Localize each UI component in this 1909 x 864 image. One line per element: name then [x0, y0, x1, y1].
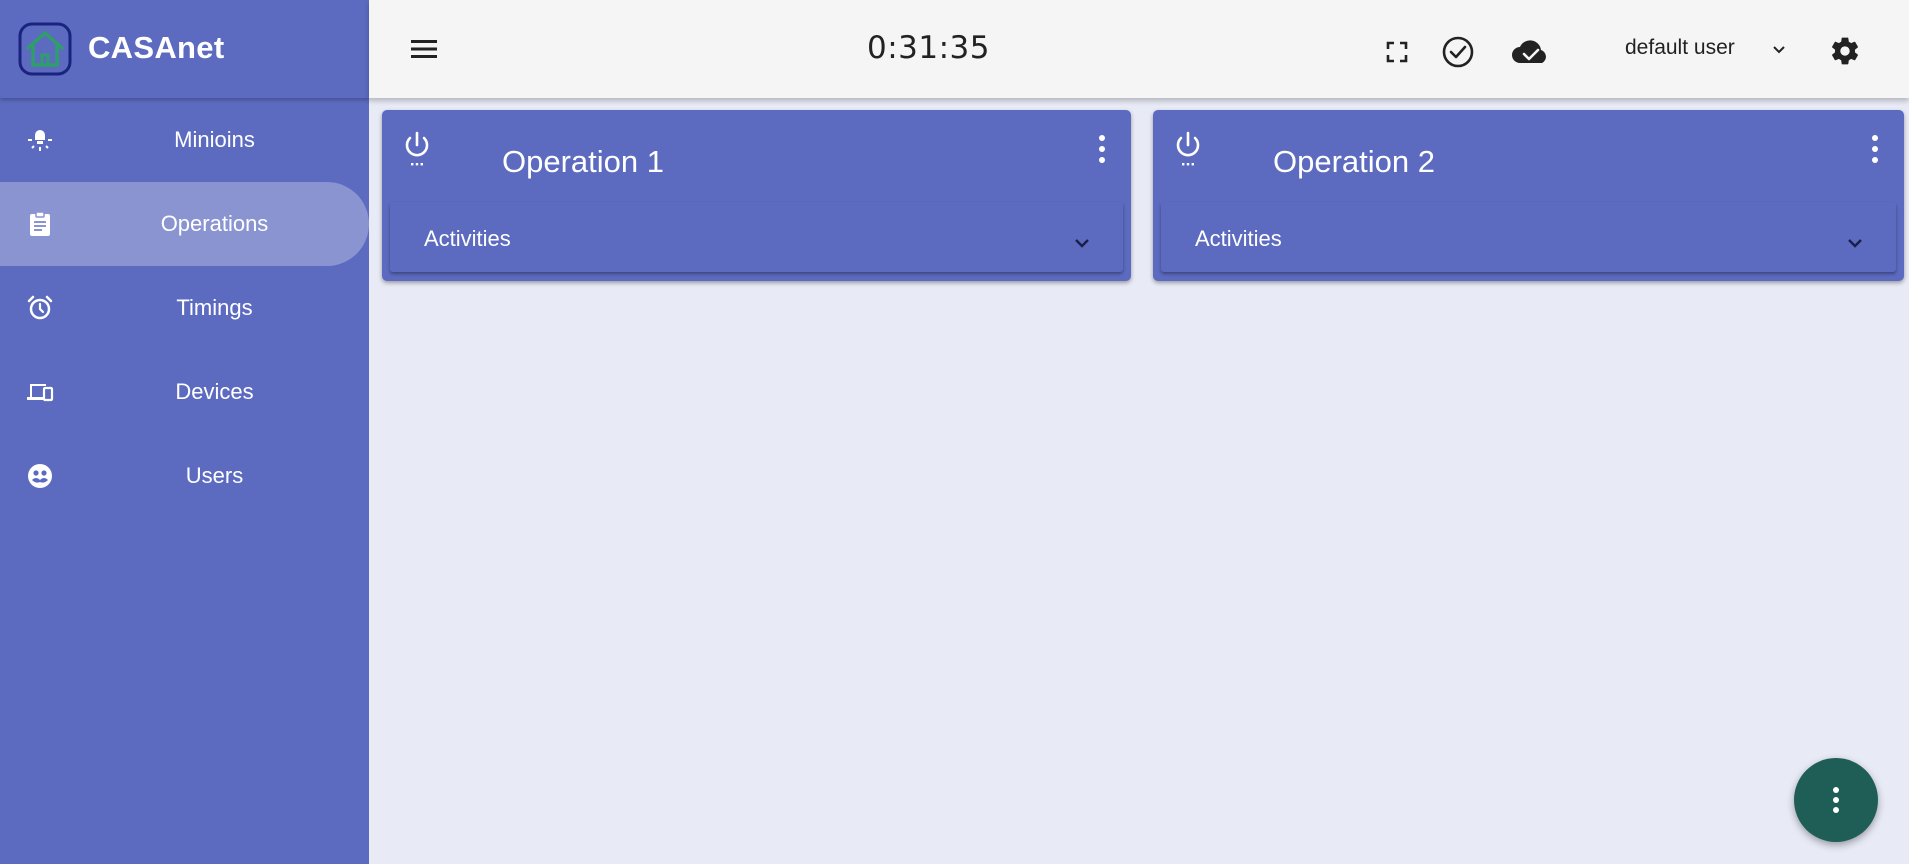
alarm-icon — [27, 295, 53, 320]
fab-more-button[interactable] — [1794, 758, 1878, 842]
devices-icon — [27, 384, 54, 402]
activities-accordion[interactable]: Activities — [1161, 202, 1896, 272]
lightbulb-icon — [28, 130, 52, 151]
sidebar-item-label: Devices — [175, 379, 254, 404]
menu-icon[interactable] — [409, 34, 439, 64]
chevron-down-icon — [1075, 239, 1089, 248]
brand-header: CASAnet — [0, 0, 369, 98]
accordion-label: Activities — [424, 226, 511, 251]
app-name: CASAnet — [88, 30, 225, 65]
fullscreen-icon[interactable] — [1385, 40, 1409, 64]
power-icon[interactable] — [402, 130, 432, 168]
sidebar-item-operations[interactable]: Operations — [0, 182, 369, 266]
gear-icon[interactable] — [1829, 35, 1861, 67]
activities-accordion[interactable]: Activities — [390, 202, 1123, 272]
sidebar-item-minioins[interactable]: Minioins — [0, 98, 369, 182]
more-vert-icon — [1833, 787, 1839, 813]
operation-card: Operation 2 Activities — [1153, 110, 1904, 281]
clock: 0:31:35 — [867, 30, 991, 66]
check-circle-icon[interactable] — [1441, 35, 1475, 69]
sidebar-item-label: Users — [185, 463, 244, 488]
clipboard-icon — [30, 211, 50, 236]
sidebar-item-label: Timings — [176, 295, 253, 320]
more-vert-icon[interactable] — [1095, 132, 1109, 166]
accordion-label: Activities — [1195, 226, 1282, 251]
chevron-down-icon — [1848, 239, 1862, 248]
operation-title: Operation 2 — [1273, 144, 1435, 179]
top-bar: 0:31:35 default user — [369, 0, 1909, 98]
user-menu-label[interactable]: default user — [1625, 36, 1735, 60]
sidebar-item-timings[interactable]: Timings — [0, 266, 369, 350]
power-icon[interactable] — [1173, 130, 1203, 168]
users-face-icon — [28, 464, 52, 488]
casanet-logo-icon — [18, 22, 72, 76]
operation-title: Operation 1 — [502, 144, 664, 179]
sidebar-item-label: Operations — [160, 211, 269, 236]
sidebar-item-users[interactable]: Users — [0, 434, 369, 518]
sidebar: CASAnet Minioins Operations Timings Devi… — [0, 0, 369, 864]
operation-card: Operation 1 Activities — [382, 110, 1131, 281]
sidebar-item-devices[interactable]: Devices — [0, 350, 369, 434]
cloud-done-icon[interactable] — [1511, 36, 1551, 66]
sidebar-item-label: Minioins — [174, 127, 255, 152]
chevron-down-icon[interactable] — [1769, 40, 1789, 60]
more-vert-icon[interactable] — [1868, 132, 1882, 166]
